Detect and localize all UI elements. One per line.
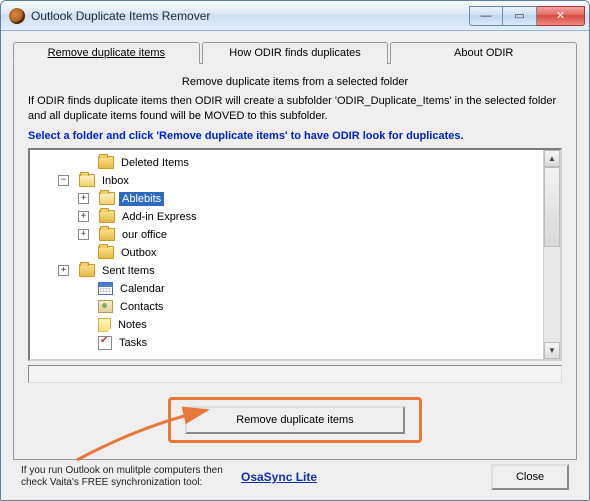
folder-icon	[79, 174, 95, 187]
tab-remove-duplicates[interactable]: Remove duplicate items	[13, 42, 200, 64]
scroll-up-button[interactable]: ▲	[544, 150, 560, 167]
tab-label: How ODIR finds duplicates	[229, 47, 360, 59]
app-window: Outlook Duplicate Items Remover — ▭ ✕ Re…	[0, 0, 590, 501]
node-label: Add-in Express	[119, 210, 200, 224]
window-close-button[interactable]: ✕	[537, 6, 585, 26]
tab-strip: Remove duplicate items How ODIR finds du…	[13, 41, 577, 64]
node-label: Contacts	[117, 300, 166, 314]
tab-panel: Remove duplicate items from a selected f…	[13, 64, 577, 460]
highlight-annotation: Remove duplicate items	[168, 397, 422, 443]
folder-icon	[79, 264, 95, 277]
expand-icon[interactable]: +	[78, 229, 89, 240]
calendar-icon	[98, 282, 113, 295]
scroll-thumb[interactable]	[544, 167, 560, 247]
contacts-icon	[98, 300, 113, 313]
panel-description: If ODIR finds duplicate items then ODIR …	[28, 94, 562, 124]
expand-icon[interactable]: +	[58, 265, 69, 276]
tree-node-outbox[interactable]: Outbox	[38, 244, 541, 262]
osasync-link[interactable]: OsaSync Lite	[241, 470, 317, 484]
tree-node-tasks[interactable]: Tasks	[38, 334, 541, 352]
tab-label: Remove duplicate items	[48, 47, 165, 59]
node-label-selected: Ablebits	[119, 192, 164, 206]
node-label: Notes	[115, 318, 150, 332]
minimize-button[interactable]: —	[469, 6, 503, 26]
folder-tree-container: Deleted Items − Inbox + Able	[28, 148, 562, 361]
client-area: Remove duplicate items How ODIR finds du…	[1, 31, 589, 500]
app-icon	[9, 8, 25, 24]
tab-how-odir-finds[interactable]: How ODIR finds duplicates	[202, 42, 389, 64]
tasks-icon	[98, 336, 112, 350]
vertical-scrollbar[interactable]: ▲ ▼	[543, 150, 560, 359]
node-label: Tasks	[116, 336, 150, 350]
footer-note: If you run Outlook on mulitple computers…	[21, 465, 231, 489]
footer: If you run Outlook on mulitple computers…	[13, 460, 577, 494]
collapse-icon[interactable]: −	[58, 175, 69, 186]
tree-node-calendar[interactable]: Calendar	[38, 280, 541, 298]
expand-icon[interactable]: +	[78, 193, 89, 204]
window-title: Outlook Duplicate Items Remover	[31, 9, 469, 23]
panel-heading: Remove duplicate items from a selected f…	[28, 76, 562, 88]
tree-node-our-office[interactable]: + our office	[38, 226, 541, 244]
expand-icon[interactable]: +	[78, 211, 89, 222]
node-label: Sent Items	[99, 264, 158, 278]
tab-about-odir[interactable]: About ODIR	[390, 42, 577, 64]
window-controls: — ▭ ✕	[469, 6, 585, 26]
node-label: Inbox	[99, 174, 132, 188]
folder-icon	[98, 156, 114, 169]
tree-node-notes[interactable]: Notes	[38, 316, 541, 334]
tree-node-inbox[interactable]: − Inbox	[38, 172, 541, 190]
tree-node-deleted-items[interactable]: Deleted Items	[38, 154, 541, 172]
close-button[interactable]: Close	[491, 464, 569, 490]
titlebar: Outlook Duplicate Items Remover — ▭ ✕	[1, 1, 589, 31]
tree-node-sent-items[interactable]: + Sent Items	[38, 262, 541, 280]
node-label: Outbox	[118, 246, 159, 260]
selected-path-field	[28, 365, 562, 383]
action-row: Remove duplicate items	[28, 385, 562, 451]
scroll-track[interactable]	[544, 167, 560, 342]
folder-icon	[98, 246, 114, 259]
node-label: Deleted Items	[118, 156, 192, 170]
panel-instruction: Select a folder and click 'Remove duplic…	[28, 130, 562, 142]
maximize-button[interactable]: ▭	[503, 6, 537, 26]
tree-node-ablebits[interactable]: + Ablebits	[38, 190, 541, 208]
notes-icon	[98, 318, 111, 332]
node-label: Calendar	[117, 282, 168, 296]
node-label: our office	[119, 228, 170, 242]
tree-node-addin-express[interactable]: + Add-in Express	[38, 208, 541, 226]
folder-icon	[99, 192, 115, 205]
remove-duplicates-button[interactable]: Remove duplicate items	[185, 406, 405, 434]
tree-node-contacts[interactable]: Contacts	[38, 298, 541, 316]
folder-icon	[99, 228, 115, 241]
folder-tree[interactable]: Deleted Items − Inbox + Able	[30, 150, 543, 359]
scroll-down-button[interactable]: ▼	[544, 342, 560, 359]
tab-label: About ODIR	[454, 47, 513, 59]
folder-icon	[99, 210, 115, 223]
